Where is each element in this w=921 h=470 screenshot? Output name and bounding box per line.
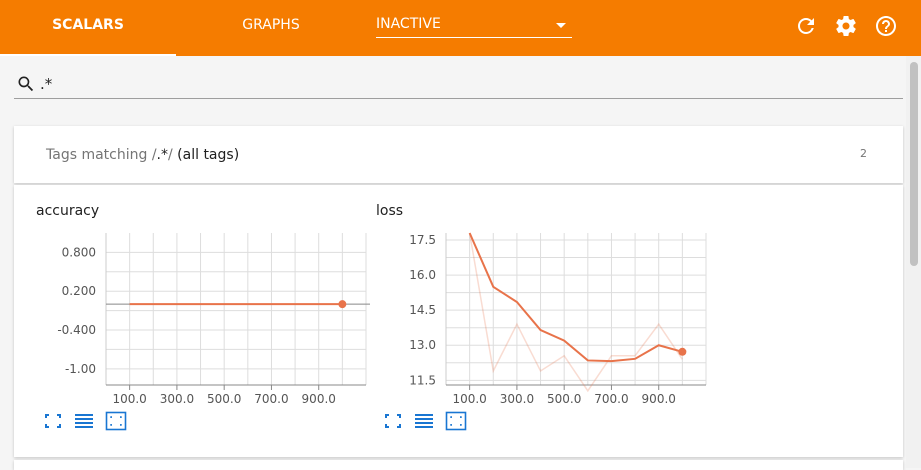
- top-bar: SCALARS GRAPHS INACTIVE: [0, 0, 921, 56]
- x-tick-label: 300.0: [500, 392, 534, 406]
- fullscreen-icon[interactable]: [42, 411, 64, 431]
- fullscreen-icon[interactable]: [382, 411, 404, 431]
- main-content: Tags matching /.*/ (all tags) 2 accuracy…: [0, 56, 906, 470]
- tag-search: [14, 70, 903, 99]
- y-tick-label: -1.00: [65, 362, 96, 376]
- last-point-marker: [678, 347, 687, 356]
- tag-group-header[interactable]: Tags matching /.*/ (all tags) 2: [14, 126, 903, 183]
- y-tick-label: 14.5: [409, 303, 436, 317]
- chart-accuracy: accuracy 0.800 0.200 -0.400 -1.00 100.0 300.0…: [14, 185, 370, 455]
- help-icon[interactable]: [874, 14, 898, 38]
- tag-regex: .*: [156, 147, 168, 163]
- x-tick-label: 900.0: [642, 392, 676, 406]
- y-tick-label: 0.200: [62, 284, 96, 298]
- series-line: [468, 232, 683, 363]
- y-tick-label: 17.5: [409, 233, 436, 247]
- refresh-icon[interactable]: [794, 14, 818, 38]
- x-tick-label: 100.0: [452, 392, 486, 406]
- accuracy-plot[interactable]: 0.800 0.200 -0.400 -1.00 100.0 300.0 500.0 700.…: [14, 185, 374, 415]
- raw-series-line: [468, 232, 683, 393]
- vertical-scrollbar[interactable]: [906, 56, 921, 468]
- toggle-log-scale-icon[interactable]: [413, 411, 435, 431]
- x-tick-label: 500.0: [207, 392, 241, 406]
- last-point-marker: [338, 300, 347, 309]
- y-tick-label: 0.800: [62, 245, 96, 259]
- fit-domain-icon[interactable]: [445, 411, 467, 431]
- run-select[interactable]: INACTIVE: [376, 14, 572, 38]
- x-tick-label: 500.0: [547, 392, 581, 406]
- x-tick-label: 100.0: [112, 392, 146, 406]
- chevron-down-icon: [556, 23, 566, 28]
- y-tick-label: 13.0: [409, 338, 436, 352]
- x-tick-label: 700.0: [594, 392, 628, 406]
- scrollbar-thumb[interactable]: [910, 62, 918, 266]
- tab-graphs[interactable]: GRAPHS: [186, 0, 356, 56]
- tag-suffix: /: [168, 147, 178, 163]
- x-tick-label: 700.0: [254, 392, 288, 406]
- search-input[interactable]: [40, 73, 890, 95]
- search-icon: [18, 76, 34, 92]
- charts-panel: accuracy 0.800 0.200 -0.400 -1.00 100.0 300.0…: [14, 185, 903, 457]
- next-card: [14, 460, 903, 470]
- tag-count: 2: [860, 147, 867, 160]
- tag-all-label: (all tags): [177, 147, 240, 163]
- settings-icon[interactable]: [834, 14, 858, 38]
- tab-scalars[interactable]: SCALARS: [0, 0, 176, 56]
- toggle-log-scale-icon[interactable]: [73, 411, 95, 431]
- run-select-value: INACTIVE: [376, 16, 441, 32]
- tag-prefix: Tags matching /: [46, 147, 157, 163]
- x-tick-label: 300.0: [160, 392, 194, 406]
- loss-plot[interactable]: 17.5 16.0 14.5 13.0 11.5 100.0 300.0 500.0 700.0…: [354, 185, 714, 415]
- y-tick-label: 11.5: [409, 373, 436, 387]
- tag-group-label: Tags matching /.*/ (all tags): [46, 147, 239, 163]
- fit-domain-icon[interactable]: [105, 411, 127, 431]
- x-tick-label: 900.0: [302, 392, 336, 406]
- chart-loss: loss 17.5 16.0 14.5 13.0 11.5 100.0 300.0 500.0…: [354, 185, 707, 455]
- y-tick-label: 16.0: [409, 268, 436, 282]
- y-tick-label: -0.400: [57, 323, 96, 337]
